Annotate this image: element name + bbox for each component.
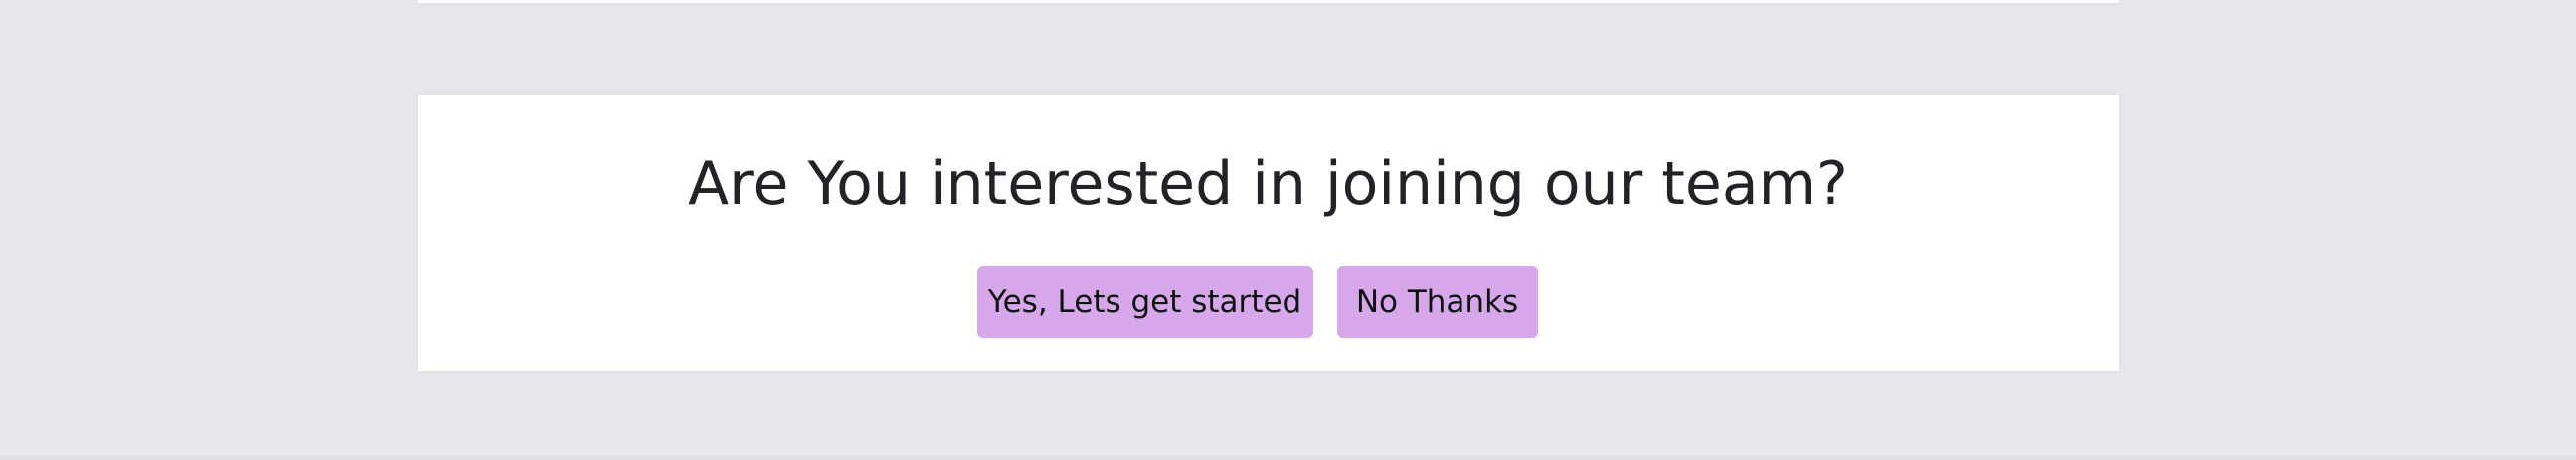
get-started-button[interactable]: Yes, Lets get started bbox=[976, 266, 1313, 338]
no-thanks-button[interactable]: No Thanks bbox=[1336, 266, 1538, 338]
page-bottom-shade bbox=[0, 456, 2576, 460]
previous-card-edge bbox=[418, 0, 2119, 3]
join-team-card: Are You interested in joining our team? … bbox=[418, 95, 2119, 371]
join-team-heading: Are You interested in joining our team? bbox=[688, 149, 1848, 219]
join-team-actions: Yes, Lets get started No Thanks bbox=[396, 266, 2119, 338]
